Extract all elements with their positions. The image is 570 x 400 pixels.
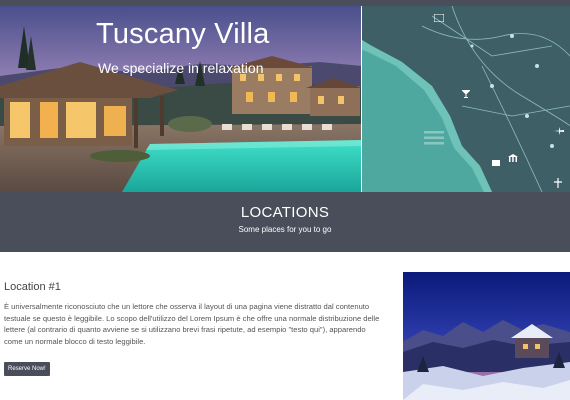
locations-section-header: LOCATIONS Some places for you to go (0, 192, 570, 252)
region-map[interactable] (362, 6, 570, 192)
section-title: LOCATIONS (240, 204, 330, 221)
hero-subtitle: We specialize in relaxation (98, 60, 264, 76)
location-image (403, 272, 570, 400)
menu-icon[interactable] (424, 130, 444, 146)
landmark-icon[interactable] (492, 158, 500, 166)
cocktail-icon[interactable] (462, 90, 470, 98)
location-description: È universalmente riconosciuto che un let… (4, 302, 380, 346)
building-icon[interactable] (508, 154, 518, 163)
tower-icon[interactable] (434, 14, 444, 22)
map-graphic (362, 6, 570, 192)
hero-banner: Tuscany Villa We specialize in relaxatio… (0, 6, 362, 192)
reserve-now-button[interactable]: Reserve Now! (4, 362, 50, 376)
location-heading: Location #1 (4, 281, 61, 293)
airplane-icon[interactable] (554, 126, 564, 136)
section-subtitle: Some places for you to go (238, 225, 332, 234)
monument-icon[interactable] (554, 178, 562, 188)
hero-title: Tuscany Villa (96, 18, 270, 50)
